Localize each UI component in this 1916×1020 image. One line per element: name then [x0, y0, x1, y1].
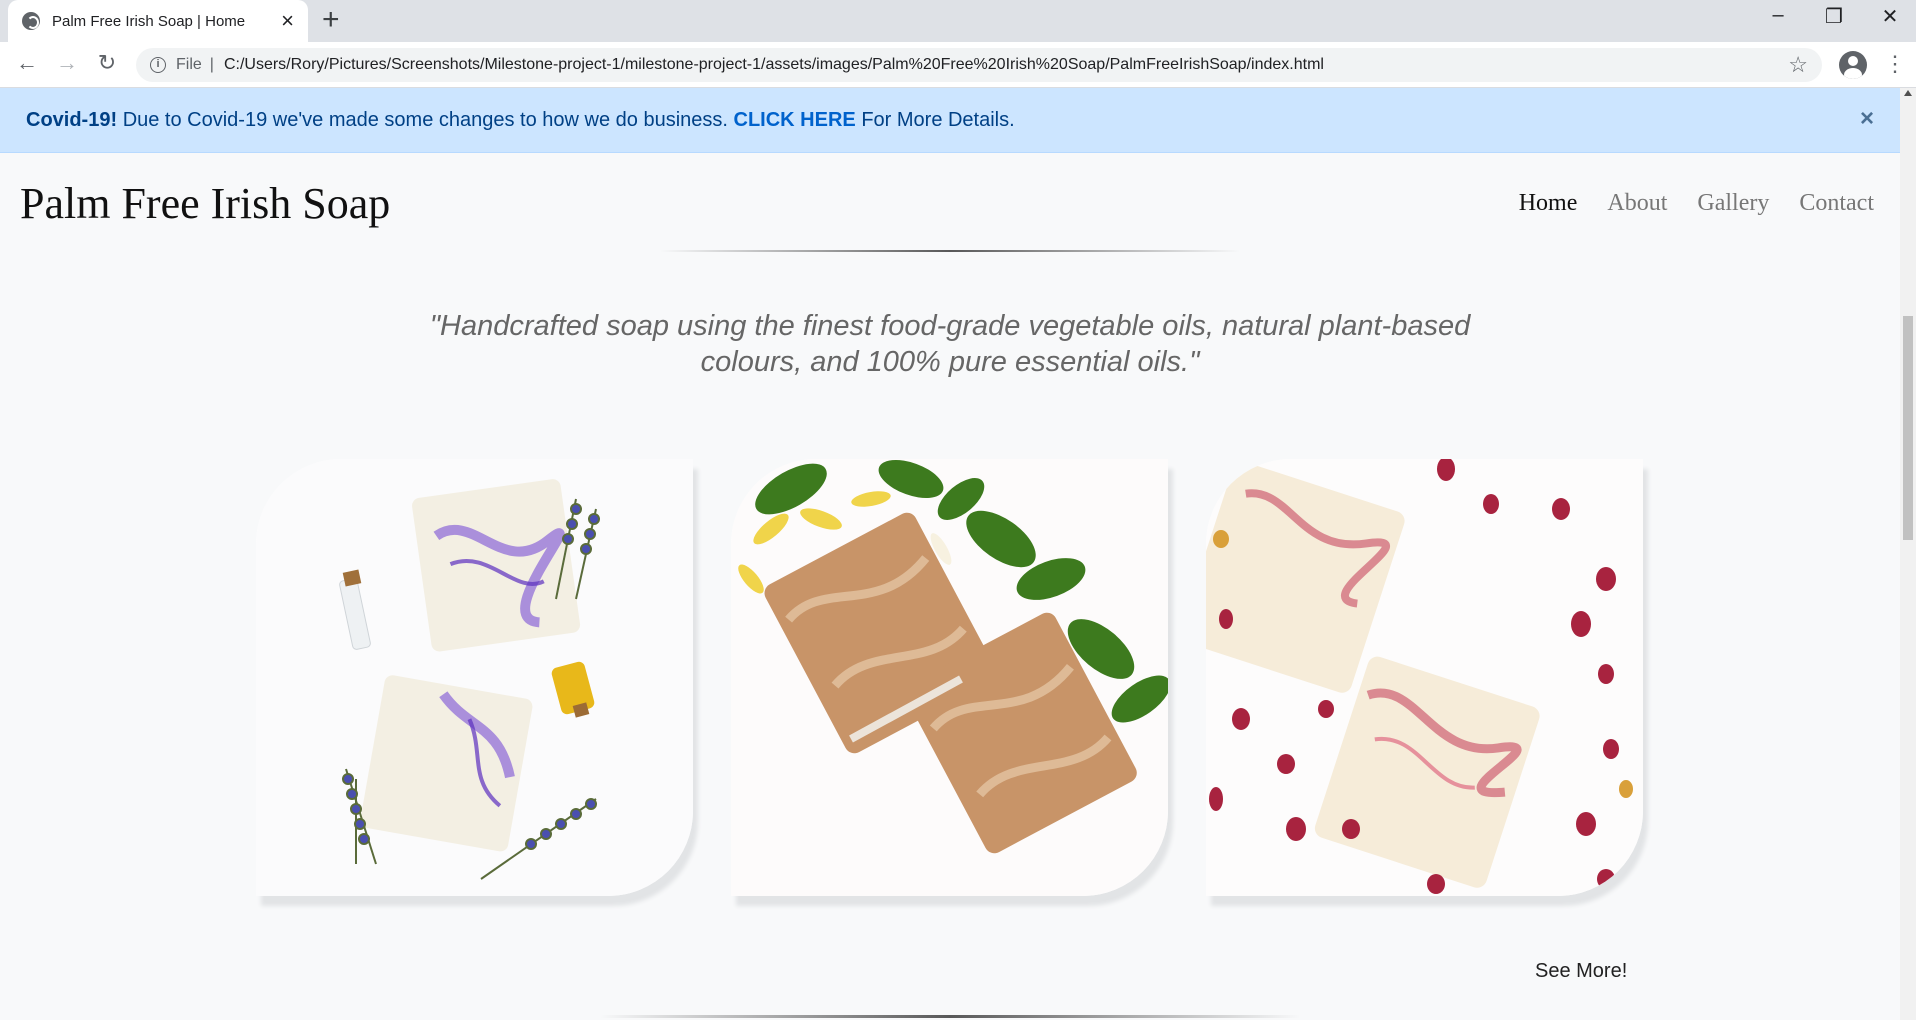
- alert-strong: Covid-19!: [26, 108, 118, 131]
- main-nav: Home About Gallery Contact: [1519, 190, 1874, 217]
- browser-toolbar: ← → ↻ i File | C:/Users/Rory/Pictures/Sc…: [0, 42, 1916, 88]
- url-text[interactable]: C:/Users/Rory/Pictures/Screenshots/Miles…: [224, 56, 1788, 74]
- window-close-icon[interactable]: ✕: [1870, 4, 1910, 29]
- alert-text: Due to Covid-19 we've made some changes …: [122, 108, 728, 131]
- nav-contact[interactable]: Contact: [1799, 190, 1874, 217]
- restore-icon[interactable]: ❐: [1814, 4, 1854, 29]
- browser-tab[interactable]: Palm Free Irish Soap | Home ×: [8, 0, 308, 42]
- globe-icon: [22, 12, 40, 30]
- nav-gallery[interactable]: Gallery: [1697, 190, 1769, 217]
- gallery-card-honeysuckle[interactable]: [731, 459, 1168, 896]
- scrollbar-thumb[interactable]: [1903, 316, 1913, 540]
- lavender-soap-image: [256, 459, 693, 896]
- info-icon[interactable]: i: [150, 57, 166, 73]
- scheme-divider: |: [209, 56, 214, 73]
- page-scrollbar[interactable]: [1900, 88, 1916, 1020]
- menu-kebab-icon[interactable]: ⋮: [1884, 51, 1906, 77]
- profile-avatar-icon[interactable]: [1839, 51, 1867, 79]
- rosewater-soap-image: [1206, 459, 1643, 896]
- see-more-link[interactable]: See More!: [1535, 960, 1627, 983]
- scheme-label: File: [176, 56, 202, 73]
- tagline-quote: "Handcrafted soap using the finest food-…: [429, 310, 1471, 378]
- section-divider: [600, 1015, 1300, 1018]
- browser-tab-strip: Palm Free Irish Soap | Home × + – ❐ ✕: [0, 0, 1916, 42]
- nav-about[interactable]: About: [1607, 190, 1667, 217]
- new-tab-icon[interactable]: +: [322, 5, 340, 35]
- close-tab-icon[interactable]: ×: [281, 10, 294, 32]
- header-divider: [660, 250, 1240, 252]
- page-viewport: Covid-19! Due to Covid-19 we've made som…: [0, 88, 1916, 1020]
- minimize-icon[interactable]: –: [1758, 4, 1798, 27]
- address-bar[interactable]: i File | C:/Users/Rory/Pictures/Screensh…: [136, 48, 1822, 82]
- covid-alert: Covid-19! Due to Covid-19 we've made som…: [0, 88, 1900, 153]
- reload-icon[interactable]: ↻: [92, 50, 122, 76]
- alert-link[interactable]: CLICK HERE: [734, 109, 856, 132]
- tab-title: Palm Free Irish Soap | Home: [52, 12, 246, 30]
- gallery-card-lavender[interactable]: [256, 459, 693, 896]
- honeysuckle-soap-image: [731, 459, 1168, 896]
- alert-tail: For More Details.: [861, 108, 1015, 131]
- forward-icon[interactable]: →: [52, 50, 82, 76]
- alert-close-icon[interactable]: ×: [1860, 105, 1874, 133]
- nav-home[interactable]: Home: [1519, 190, 1578, 217]
- site-brand[interactable]: Palm Free Irish Soap: [20, 178, 390, 229]
- scroll-up-arrow-icon[interactable]: [1904, 90, 1912, 96]
- bookmark-star-icon[interactable]: ☆: [1788, 52, 1808, 78]
- back-icon[interactable]: ←: [12, 50, 42, 76]
- gallery-card-rosewater[interactable]: [1206, 459, 1643, 896]
